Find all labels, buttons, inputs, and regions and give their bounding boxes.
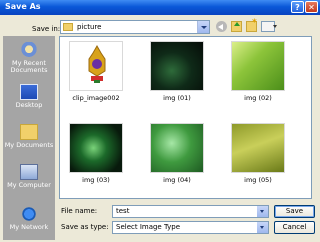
file-item[interactable]: img (03)	[63, 123, 129, 184]
place-desktop[interactable]: Desktop	[3, 84, 55, 109]
close-button[interactable]: ✕	[305, 1, 318, 13]
save-as-dialog: Save As ? ✕ Save in: picture My Recent D…	[0, 0, 320, 242]
place-label: My Computer	[7, 181, 51, 189]
place-my-documents[interactable]: My Documents	[3, 124, 55, 149]
save-as-type-value: Select Image Type	[116, 223, 181, 231]
university-emblem-icon	[88, 45, 106, 83]
file-name-value: test	[116, 207, 130, 215]
recent-documents-icon	[20, 42, 38, 58]
folder-icon	[63, 23, 73, 31]
place-label: Desktop	[15, 101, 43, 109]
places-bar: My Recent Documents Desktop My Documents…	[3, 36, 55, 240]
file-thumbnail	[69, 123, 123, 173]
place-my-network[interactable]: My Network	[3, 206, 55, 231]
file-name-label: File name:	[61, 207, 98, 215]
file-name-input[interactable]: test	[112, 205, 269, 218]
place-recent-documents[interactable]: My Recent Documents	[3, 42, 55, 74]
place-my-computer[interactable]: My Computer	[3, 164, 55, 189]
place-label: My Documents	[4, 141, 54, 149]
save-in-dropdown[interactable]: picture	[60, 20, 210, 34]
place-label: My Network	[9, 223, 49, 231]
file-thumbnail	[231, 123, 285, 173]
file-item[interactable]: clip_image002	[63, 41, 129, 102]
title-bar[interactable]: Save As ? ✕	[0, 0, 320, 15]
file-name: clip_image002	[72, 94, 120, 102]
file-name: img (03)	[82, 176, 110, 184]
save-button[interactable]: Save	[274, 205, 315, 218]
file-thumbnail	[150, 41, 204, 91]
my-network-icon	[20, 206, 38, 222]
file-name: img (02)	[244, 94, 272, 102]
window-title: Save As	[5, 2, 41, 11]
chevron-down-icon[interactable]	[257, 206, 268, 217]
save-in-value: picture	[77, 23, 102, 31]
file-name: img (04)	[163, 176, 191, 184]
file-item[interactable]: img (01)	[144, 41, 210, 102]
file-item[interactable]: img (05)	[225, 123, 291, 184]
file-thumbnail	[150, 123, 204, 173]
save-as-type-select[interactable]: Select Image Type	[112, 221, 269, 234]
help-button[interactable]: ?	[291, 1, 304, 13]
save-in-label: Save in:	[32, 25, 61, 33]
file-name: img (05)	[244, 176, 272, 184]
up-folder-icon[interactable]	[231, 21, 242, 32]
desktop-icon	[20, 84, 38, 100]
file-list[interactable]: clip_image002 img (01) img (02) img (03)…	[59, 36, 312, 199]
views-menu-icon[interactable]	[261, 21, 277, 32]
save-as-type-label: Save as type:	[61, 223, 109, 231]
file-thumbnail	[69, 41, 123, 91]
chevron-down-icon[interactable]	[257, 222, 268, 233]
cancel-button[interactable]: Cancel	[274, 221, 315, 234]
my-computer-icon	[20, 164, 38, 180]
my-documents-icon	[20, 124, 38, 140]
file-item[interactable]: img (04)	[144, 123, 210, 184]
new-folder-icon[interactable]	[246, 18, 257, 32]
file-thumbnail	[231, 41, 285, 91]
file-item[interactable]: img (02)	[225, 41, 291, 102]
place-label: My Recent Documents	[10, 59, 48, 74]
chevron-down-icon[interactable]	[197, 21, 209, 33]
file-name: img (01)	[163, 94, 191, 102]
back-icon[interactable]	[216, 21, 227, 32]
